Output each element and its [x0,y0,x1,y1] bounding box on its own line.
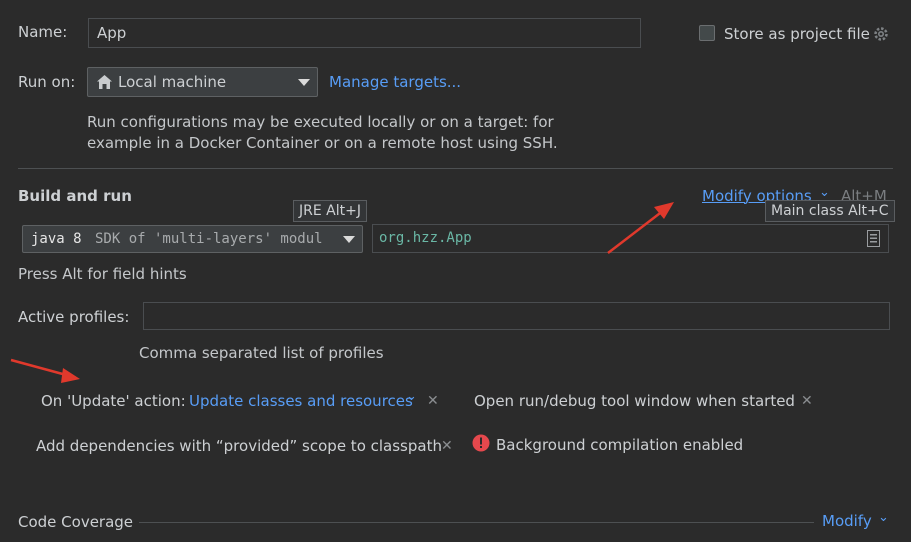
run-on-label: Run on: [18,73,76,91]
add-dependencies-option: Add dependencies with “provided” scope t… [36,437,442,455]
run-on-help-2: example in a Docker Container or on a re… [87,134,558,152]
main-class-value: org.hzz.App [379,230,472,246]
modify-options-chevron-icon[interactable]: ⌄ [819,185,830,200]
annotation-arrow [10,358,80,383]
manage-targets-link[interactable]: Manage targets... [329,73,461,91]
active-profiles-input[interactable] [143,302,890,330]
section-divider [18,168,893,169]
sdk-value: java 8 [31,231,82,247]
coverage-divider [139,522,814,523]
remove-open-tool-window-close-icon[interactable]: ✕ [801,393,813,409]
remove-on-update-close-icon[interactable]: ✕ [427,393,439,409]
sdk-description: SDK of 'multi-layers' modul [95,231,323,247]
on-update-dropdown[interactable]: Update classes and resources [189,392,413,410]
chevron-down-icon [343,236,355,243]
open-tool-window-option: Open run/debug tool window when started [474,392,795,410]
run-on-dropdown[interactable]: Local machine [87,67,318,97]
profiles-hint: Comma separated list of profiles [139,344,384,362]
field-hints-text: Press Alt for field hints [18,265,187,283]
store-label[interactable]: Store as project file [724,25,870,43]
coverage-chevron-icon[interactable]: ⌄ [878,510,889,525]
run-on-value: Local machine [118,73,227,91]
remove-add-dependencies-close-icon[interactable]: ✕ [441,438,453,454]
code-coverage-title: Code Coverage [18,513,134,531]
name-input[interactable]: App [88,18,641,48]
browse-file-icon[interactable] [867,230,880,247]
annotation-arrow [607,202,674,254]
name-value: App [97,24,127,42]
home-icon [97,75,112,89]
active-profiles-label: Active profiles: [18,308,130,326]
gear-icon[interactable] [872,25,890,43]
on-update-label: On 'Update' action: [41,392,186,410]
build-run-title: Build and run [18,187,132,205]
name-label: Name: [18,23,68,41]
store-checkbox[interactable] [699,25,715,41]
jre-tooltip: JRE Alt+J [293,200,367,222]
chevron-down-icon[interactable]: ⌄ [406,389,417,404]
coverage-modify-link[interactable]: Modify [822,512,872,530]
run-on-help-1: Run configurations may be executed local… [87,113,554,131]
error-icon [472,434,490,452]
main-class-tooltip: Main class Alt+C [765,200,895,222]
background-compilation-option: Background compilation enabled [496,436,744,454]
sdk-dropdown[interactable]: java 8 SDK of 'multi-layers' modul [22,225,363,253]
chevron-down-icon [298,79,310,86]
